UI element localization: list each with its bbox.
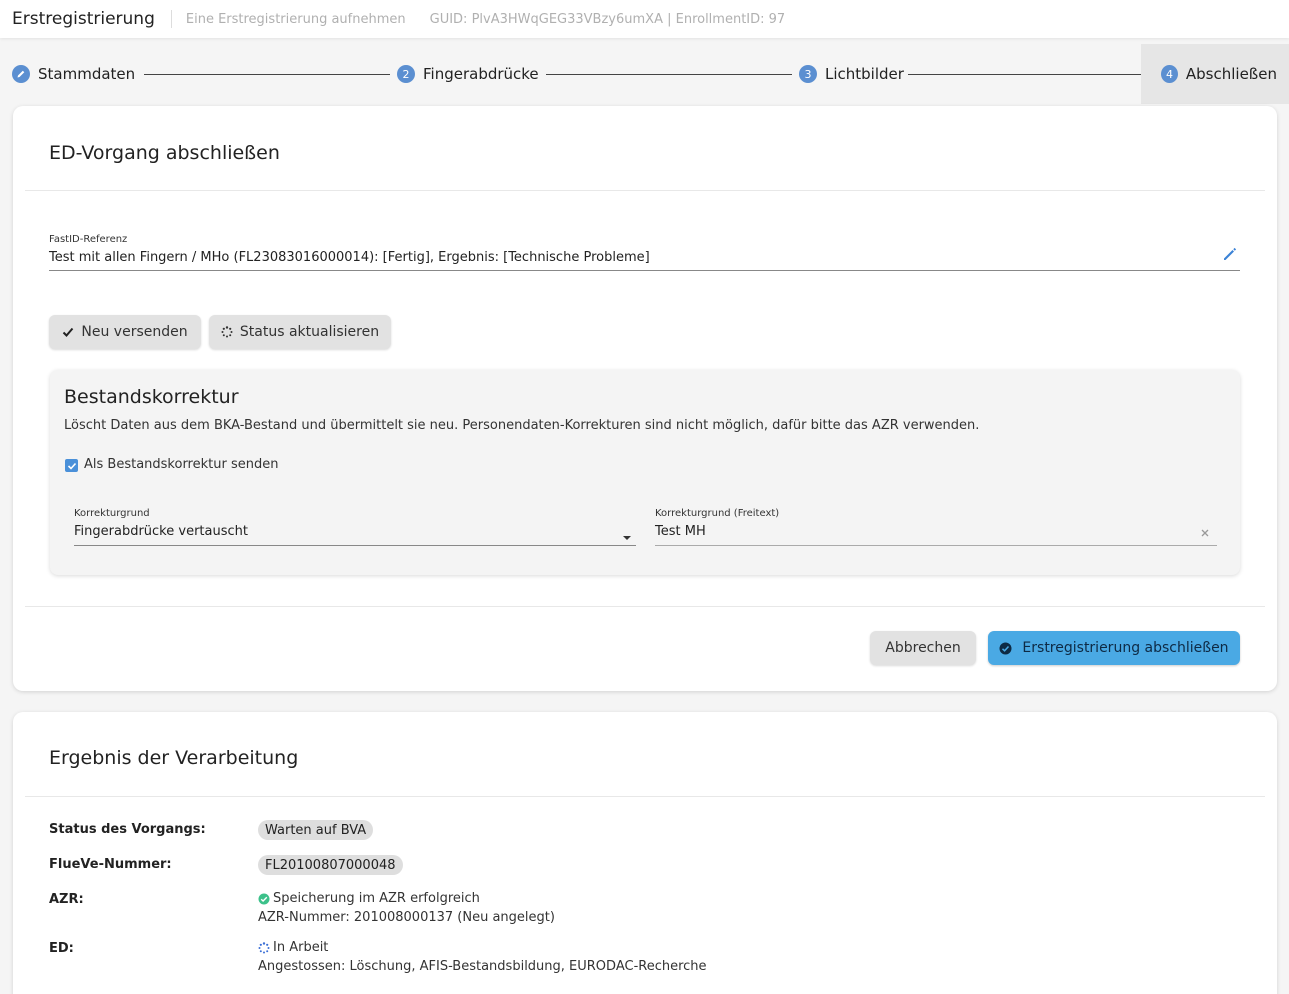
divider — [25, 606, 1265, 607]
flueve-label: FlueVe-Nummer: — [49, 857, 172, 872]
title-divider — [170, 10, 172, 28]
ed-label: ED: — [49, 941, 74, 956]
cancel-button[interactable]: Abbrechen — [870, 631, 976, 665]
step-number: 4 — [1161, 65, 1178, 83]
freetext-underline — [655, 545, 1217, 546]
freetext-label: Korrekturgrund (Freitext) — [655, 508, 780, 519]
flueve-badge: FL20100807000048 — [258, 855, 403, 875]
ed-detail: Angestossen: Löschung, AFIS-Bestandsbild… — [258, 959, 707, 974]
reason-underline — [74, 545, 636, 546]
fastid-label: FastID-Referenz — [49, 234, 128, 245]
step-label: Abschließen — [1185, 65, 1277, 83]
status-label: Status des Vorgangs: — [49, 822, 206, 837]
step-abschliessen[interactable]: 4 Abschließen — [1141, 44, 1289, 104]
page-subtitle: Eine Erstregistrierung aufnehmen — [185, 11, 406, 27]
correction-panel: Bestandskorrektur Löscht Daten aus dem B… — [50, 370, 1240, 575]
correction-description: Löscht Daten aus dem BKA-Bestand und übe… — [64, 418, 980, 433]
check-icon — [62, 326, 74, 338]
wizard-stepper: Stammdaten 2 Fingerabdrücke 3 Lichtbilde… — [0, 44, 1289, 104]
reason-select[interactable]: Fingerabdrücke vertauscht — [74, 524, 248, 539]
finish-registration-button[interactable]: Erstregistrierung abschließen — [988, 631, 1240, 665]
result-card: Ergebnis der Verarbeitung Status des Vor… — [13, 712, 1277, 994]
ed-status-text: In Arbeit — [273, 940, 329, 955]
guid-info: GUID: PlvA3HWqGEG33VBzy6umXA | Enrollmen… — [429, 11, 786, 27]
step-connector — [908, 74, 1141, 75]
refresh-status-label: Status aktualisieren — [239, 324, 380, 340]
complete-card: ED-Vorgang abschließen FastID-Referenz T… — [13, 106, 1277, 691]
card-title: ED-Vorgang abschließen — [49, 142, 280, 164]
spinner-icon — [258, 941, 270, 954]
clear-icon[interactable] — [1200, 526, 1210, 542]
step-lichtbilder[interactable]: 3 Lichtbilder — [799, 44, 904, 104]
top-bar: Erstregistrierung Eine Erstregistrierung… — [0, 0, 1289, 38]
divider — [25, 796, 1265, 797]
check-circle-icon — [258, 893, 270, 905]
azr-status: Speicherung im AZR erfolgreich — [258, 891, 480, 906]
finish-registration-label: Erstregistrierung abschließen — [1022, 640, 1229, 656]
reason-label: Korrekturgrund — [74, 508, 150, 519]
step-stammdaten[interactable]: Stammdaten — [12, 44, 135, 104]
step-connector — [546, 74, 792, 75]
result-card-title: Ergebnis der Verarbeitung — [49, 747, 299, 769]
correction-checkbox-label[interactable]: Als Bestandskorrektur senden — [84, 457, 278, 472]
azr-number: AZR-Nummer: 201008000137 (Neu angelegt) — [258, 910, 555, 925]
ed-status: In Arbeit — [258, 940, 328, 955]
step-label: Fingerabdrücke — [423, 65, 539, 83]
spinner-icon — [221, 326, 233, 338]
step-fingerabdruecke[interactable]: 2 Fingerabdrücke — [397, 44, 539, 104]
resend-button[interactable]: Neu versenden — [49, 315, 201, 349]
caret-down-icon[interactable] — [622, 529, 632, 545]
status-badge: Warten auf BVA — [258, 820, 374, 840]
correction-checkbox[interactable] — [65, 459, 78, 472]
step-label: Lichtbilder — [825, 65, 904, 83]
step-connector — [144, 74, 390, 75]
cancel-label: Abbrechen — [885, 640, 961, 656]
azr-label: AZR: — [49, 892, 84, 907]
fastid-field[interactable]: Test mit allen Fingern / MHo (FL23083016… — [49, 250, 650, 265]
check-circle-icon — [999, 642, 1012, 655]
step-number: 2 — [397, 65, 415, 83]
correction-title: Bestandskorrektur — [64, 386, 239, 408]
edit-icon — [12, 65, 30, 83]
step-label: Stammdaten — [38, 65, 136, 83]
refresh-status-button[interactable]: Status aktualisieren — [209, 315, 391, 349]
page-title: Erstregistrierung — [12, 9, 155, 29]
divider — [25, 190, 1265, 191]
resend-label: Neu versenden — [81, 324, 188, 340]
fastid-underline — [49, 270, 1240, 271]
freetext-input[interactable]: Test MH — [655, 524, 706, 539]
step-number: 3 — [799, 65, 817, 83]
pencil-icon[interactable] — [1221, 245, 1239, 267]
azr-status-text: Speicherung im AZR erfolgreich — [273, 891, 480, 906]
